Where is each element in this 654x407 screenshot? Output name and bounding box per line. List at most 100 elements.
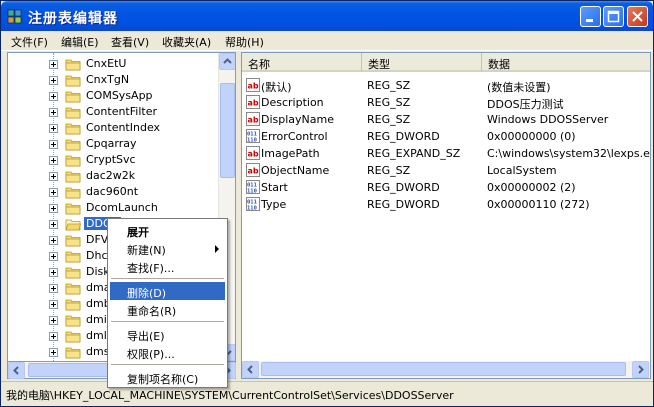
tree-item[interactable]: CryptSvc: [8, 152, 218, 168]
expand-icon[interactable]: [49, 268, 58, 277]
tree-item[interactable]: CnxEtU: [8, 56, 218, 72]
title-bar[interactable]: 注册表编辑器: [1, 1, 653, 31]
folder-icon: [65, 219, 81, 231]
value-row[interactable]: 011 110 Type REG_DWORD 0x00000110 (272): [242, 196, 650, 213]
value-type: REG_SZ: [367, 164, 411, 177]
folder-icon: [65, 347, 81, 359]
expand-icon[interactable]: [49, 316, 58, 325]
menu-edit[interactable]: 编辑(E): [61, 34, 99, 50]
expand-icon[interactable]: [49, 76, 58, 85]
svg-text:ab: ab: [248, 116, 259, 125]
list-scroll-left-button[interactable]: [242, 361, 259, 378]
ctx-permissions[interactable]: 权限(P)...: [110, 343, 225, 361]
tree-item-label: CnxTgN: [86, 73, 130, 86]
tree-item[interactable]: Cpqarray: [8, 136, 218, 152]
tree-item[interactable]: CnxTgN: [8, 72, 218, 88]
expand-icon[interactable]: [49, 92, 58, 101]
folder-icon: [65, 107, 81, 119]
status-path: 我的电脑\HKEY_LOCAL_MACHINE\SYSTEM\CurrentCo…: [6, 389, 454, 402]
scroll-up-button[interactable]: [219, 53, 235, 70]
tree-item[interactable]: ContentIndex: [8, 120, 218, 136]
expand-icon[interactable]: [49, 124, 58, 133]
expand-icon[interactable]: [49, 172, 58, 181]
value-name: ImagePath: [261, 147, 320, 160]
svg-text:ab: ab: [248, 150, 259, 159]
column-header-data[interactable]: 数据: [482, 53, 650, 72]
value-row[interactable]: ab ImagePath REG_EXPAND_SZ C:\windows\syste…: [242, 145, 650, 162]
value-row[interactable]: ab (默认) REG_SZ (数值未设置): [242, 77, 650, 94]
value-data: DDOS压力测试: [487, 98, 564, 111]
ctx-separator: [111, 321, 224, 322]
ctx-expand[interactable]: 展开: [110, 221, 225, 239]
value-row[interactable]: ab DisplayName REG_SZ Windows DDOSServer: [242, 111, 650, 128]
folder-icon: [65, 187, 81, 199]
maximize-button[interactable]: [603, 6, 624, 27]
expand-icon[interactable]: [49, 284, 58, 293]
string-value-icon: ab: [246, 163, 260, 177]
close-button[interactable]: [627, 6, 648, 27]
string-value-icon: ab: [246, 112, 260, 126]
expand-icon[interactable]: [49, 60, 58, 69]
value-type: REG_EXPAND_SZ: [367, 147, 461, 160]
ctx-copy-key-name[interactable]: 复制项名称(C): [110, 368, 225, 386]
registry-app-icon: [7, 9, 22, 24]
column-header-name[interactable]: 名称: [242, 53, 362, 72]
expand-icon[interactable]: [49, 348, 58, 357]
tree-item[interactable]: dac960nt: [8, 184, 218, 200]
svg-text:ab: ab: [248, 99, 259, 108]
chevron-right-icon: [638, 365, 644, 374]
ctx-new[interactable]: 新建(N): [110, 239, 225, 257]
folder-icon: [65, 91, 81, 103]
expand-icon[interactable]: [49, 156, 58, 165]
list-scroll-thumb[interactable]: [261, 362, 626, 376]
scroll-thumb[interactable]: [220, 83, 235, 178]
folder-icon: [65, 315, 81, 327]
expand-icon[interactable]: [49, 140, 58, 149]
menu-file[interactable]: 文件(F): [11, 34, 48, 50]
value-row[interactable]: ab Description REG_SZ DDOS压力测试: [242, 94, 650, 111]
chevron-left-icon: [13, 366, 19, 375]
value-type: REG_SZ: [367, 113, 411, 126]
menu-view[interactable]: 查看(V): [111, 34, 149, 50]
value-data: Windows DDOSServer: [487, 113, 609, 126]
list-horizontal-scrollbar[interactable]: [242, 361, 650, 378]
tree-item[interactable]: ContentFilter: [8, 104, 218, 120]
ctx-separator: [111, 364, 224, 365]
ctx-separator: [111, 278, 224, 279]
ctx-export[interactable]: 导出(E): [110, 325, 225, 343]
list-scroll-right-button[interactable]: [632, 361, 649, 378]
value-name: ErrorControl: [261, 130, 328, 143]
string-value-icon: ab: [246, 95, 260, 109]
minimize-button[interactable]: [580, 6, 601, 27]
ctx-find[interactable]: 查找(F)...: [110, 257, 225, 275]
tree-item-label: CryptSvc: [86, 153, 136, 166]
tree-item[interactable]: COMSysApp: [8, 88, 218, 104]
value-data: 0x00000002 (2): [487, 181, 576, 194]
value-row[interactable]: 011 110 ErrorControl REG_DWORD 0x00000000 (0…: [242, 128, 650, 145]
tree-item[interactable]: DcomLaunch: [8, 200, 218, 216]
column-header-type[interactable]: 类型: [362, 53, 482, 72]
value-list-pane[interactable]: 名称 类型 数据 ab (默认) REG_SZ (数值未设置) ab Descriptio…: [241, 52, 651, 379]
value-row[interactable]: 011 110 Start REG_DWORD 0x00000002 (2): [242, 179, 650, 196]
tree-item-label: dac960nt: [86, 185, 139, 198]
tree-item[interactable]: dac2w2k: [8, 168, 218, 184]
expand-icon[interactable]: [49, 188, 58, 197]
menu-help[interactable]: 帮助(H): [225, 34, 264, 50]
expand-icon[interactable]: [49, 220, 58, 229]
ctx-rename[interactable]: 重命名(R): [110, 300, 225, 318]
folder-icon: [65, 203, 81, 215]
expand-icon[interactable]: [49, 204, 58, 213]
ctx-delete[interactable]: 删除(D): [110, 282, 225, 300]
scroll-left-button[interactable]: [8, 362, 25, 379]
expand-icon[interactable]: [49, 236, 58, 245]
expand-icon[interactable]: [49, 300, 58, 309]
registry-editor-window: 注册表编辑器 文件(F) 编辑(E) 查看(V) 收藏夹(A) 帮助(H) Cn…: [0, 0, 654, 407]
value-data: 0x00000000 (0): [487, 130, 576, 143]
expand-icon[interactable]: [49, 108, 58, 117]
value-row[interactable]: ab ObjectName REG_SZ LocalSystem: [242, 162, 650, 179]
expand-icon[interactable]: [49, 252, 58, 261]
folder-icon: [65, 171, 81, 183]
value-type: REG_DWORD: [367, 130, 440, 143]
menu-favorites[interactable]: 收藏夹(A): [162, 34, 211, 50]
expand-icon[interactable]: [49, 332, 58, 341]
